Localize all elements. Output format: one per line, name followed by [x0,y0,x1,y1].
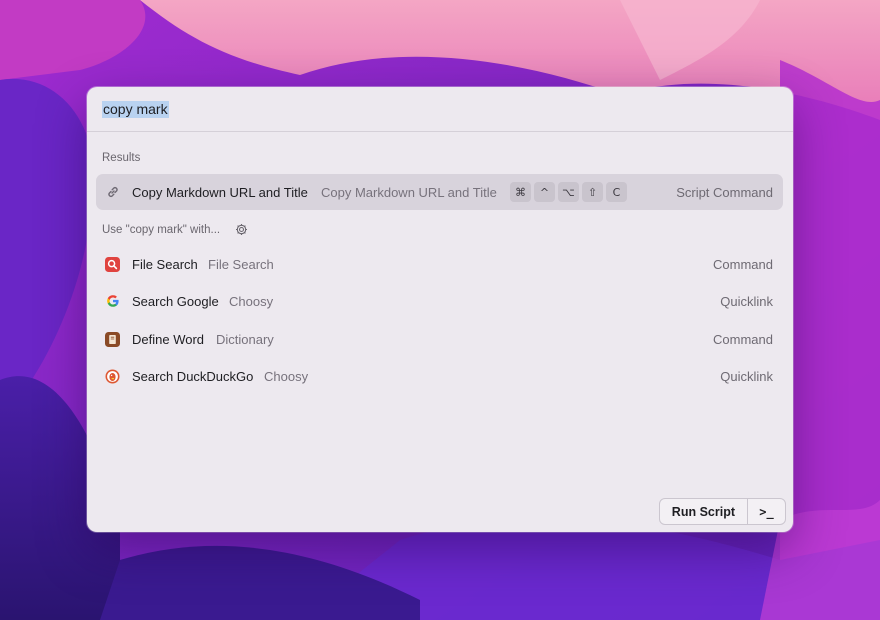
fallback-row-search-google[interactable]: Search Google Choosy Quicklink [96,283,783,319]
shortcut-key: ⌘ [510,182,531,202]
fallback-row-file-search[interactable]: File Search File Search Command [96,246,783,282]
fallback-subtitle: Choosy [264,368,309,384]
search-bar: copy mark [87,87,793,132]
fallback-accessory: Command [713,256,773,272]
result-row-copy-markdown[interactable]: Copy Markdown URL and Title Copy Markdow… [96,174,783,210]
use-with-label: Use "copy mark" with... [102,223,221,236]
shortcut-key: C [606,182,627,202]
shortcut-keys: ⌘ ^ ⌥ ⇧ C [510,182,627,202]
file-search-icon [105,256,120,272]
result-subtitle: Copy Markdown URL and Title [321,184,497,200]
fallback-subtitle: Dictionary [216,331,274,347]
shortcut-key: ⌥ [558,182,579,202]
shortcut-key: ^ [534,182,555,202]
fallback-title: File Search [132,256,198,272]
google-icon [105,294,120,309]
dictionary-icon [105,331,120,347]
fallback-accessory: Quicklink [720,368,773,384]
use-with-section-title: Use "copy mark" with... [102,223,248,236]
fallback-title: Search Google [132,293,219,309]
action-bar: Run Script >_ [658,498,786,525]
fallback-row-search-duckduckgo[interactable]: Search DuckDuckGo Choosy Quicklink [96,358,783,394]
result-accessory: Script Command [676,184,773,200]
terminal-icon[interactable]: >_ [748,499,785,524]
duckduckgo-icon [105,369,120,384]
search-input[interactable]: copy mark [102,101,169,118]
gear-icon[interactable] [235,223,248,236]
fallback-title: Define Word [132,331,205,347]
fallback-accessory: Command [713,331,773,347]
link-icon [105,185,120,200]
results-section-title: Results [102,152,141,164]
shortcut-key: ⇧ [582,182,603,202]
fallback-title: Search DuckDuckGo [132,368,254,384]
fallback-subtitle: File Search [208,256,274,272]
run-script-button[interactable]: Run Script [660,499,748,524]
fallback-accessory: Quicklink [720,293,773,309]
result-title: Copy Markdown URL and Title [132,184,308,200]
fallback-row-define-word[interactable]: Define Word Dictionary Command [96,321,783,357]
fallback-subtitle: Choosy [229,293,274,309]
launcher-window: copy mark Results Copy Markdown URL and … [87,87,793,532]
